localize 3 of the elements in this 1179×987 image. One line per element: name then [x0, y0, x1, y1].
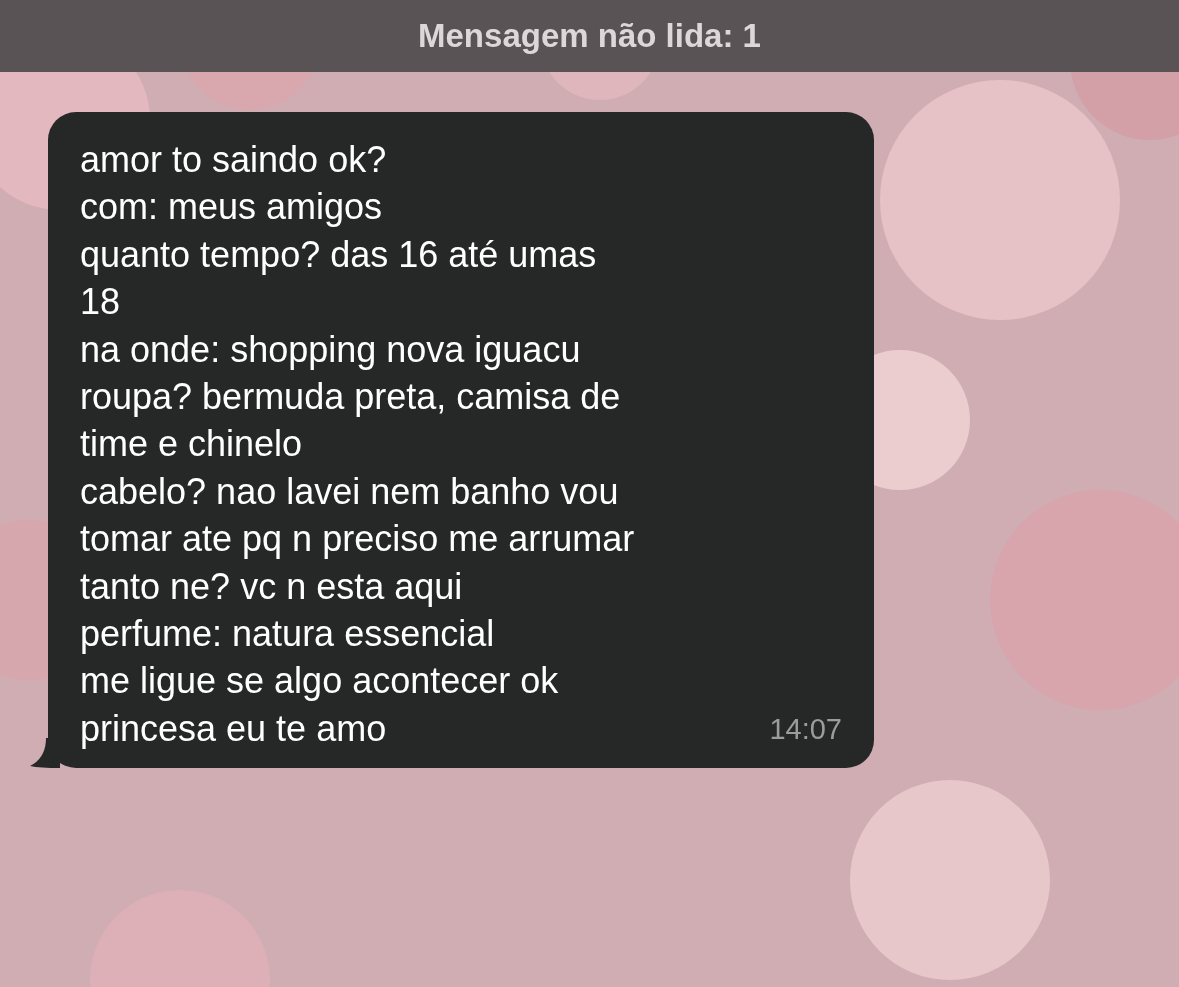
message-time: 14:07 — [769, 713, 842, 748]
message-text: amor to saindo ok? com: meus amigos quanto tempo? das 16 até umas 18 na onde: shopping nova iguacu roupa? bermuda preta, camisa de time e chinelo cabelo? nao lavei nem banho vou tomar ate pq n preciso me arrumar tanto ne? vc n esta aqui perfume: natura essencial me ligue se algo acontecer ok princesa eu te amo — [80, 138, 635, 751]
unread-banner-text: Mensagem não lida: 1 — [418, 17, 761, 55]
